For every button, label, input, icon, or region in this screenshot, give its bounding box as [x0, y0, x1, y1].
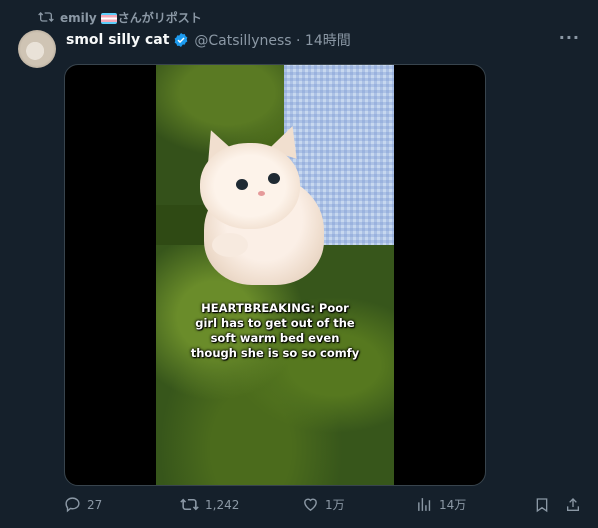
like-button[interactable]: 1万: [302, 496, 345, 513]
caption-line: girl has to get out of the: [195, 316, 355, 330]
like-count: 1万: [325, 498, 345, 512]
display-name[interactable]: smol silly cat: [66, 32, 169, 48]
kitten-eye-left: [236, 179, 248, 190]
transgender-flag-icon: [100, 12, 117, 24]
video-frame: HEARTBREAKING: Poor girl has to get out …: [156, 65, 394, 485]
repost-suffix: さんがリポスト: [117, 10, 202, 25]
repost-icon: [38, 10, 54, 24]
views-icon: [418, 498, 431, 511]
repost-count: 1,242: [205, 497, 240, 512]
verified-badge-icon: [175, 33, 188, 47]
video-caption: HEARTBREAKING: Poor girl has to get out …: [156, 301, 394, 361]
heart-icon: [304, 498, 317, 512]
caption-line: HEARTBREAKING: Poor: [201, 301, 349, 315]
kitten-head: [200, 143, 300, 229]
repost-indicator[interactable]: emily さんがリポスト: [38, 9, 202, 25]
kitten-nose: [258, 191, 265, 196]
video-media[interactable]: HEARTBREAKING: Poor girl has to get out …: [64, 64, 486, 486]
reply-count: 27: [87, 497, 103, 512]
repost-user-name[interactable]: emily: [60, 11, 97, 25]
share-icon: [567, 498, 579, 511]
handle-and-timestamp[interactable]: @Catsillyness · 14時間: [194, 30, 350, 50]
action-bar: 27 1,242 1万 14万: [0, 494, 598, 516]
reply-button[interactable]: 27: [64, 496, 102, 513]
repost-button[interactable]: 1,242: [180, 496, 239, 513]
bookmark-button[interactable]: [534, 496, 550, 514]
avatar[interactable]: [18, 30, 56, 68]
bookmark-icon: [536, 498, 548, 513]
repost-icon: [180, 498, 199, 511]
kitten-paw: [212, 233, 248, 257]
views-button[interactable]: 14万: [416, 496, 466, 513]
post-header: smol silly cat @Catsillyness · 14時間: [66, 30, 351, 50]
view-count: 14万: [439, 498, 467, 512]
reply-icon: [65, 497, 80, 513]
more-icon[interactable]: ···: [559, 30, 580, 46]
caption-line: though she is so so comfy: [190, 346, 360, 360]
kitten-eye-right: [268, 173, 280, 184]
share-button[interactable]: [565, 496, 581, 514]
caption-line: soft warm bed even: [210, 331, 340, 345]
